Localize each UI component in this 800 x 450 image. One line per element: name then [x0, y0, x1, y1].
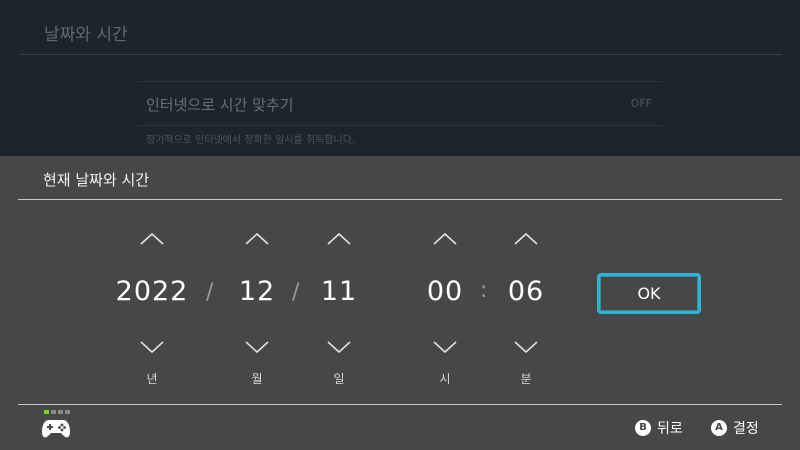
screen: 날짜와 시간 인터넷으로 시간 맞추기 OFF 정기적으로 인터넷에서 정확한 …	[0, 0, 800, 450]
day-down-arrow-icon[interactable]	[324, 339, 354, 355]
divider	[18, 199, 782, 200]
back-hint[interactable]: B 뒤로	[635, 419, 683, 437]
day-up-arrow-icon[interactable]	[324, 231, 354, 247]
ok-button[interactable]: OK	[597, 273, 701, 314]
minute-down-arrow-icon[interactable]	[511, 339, 541, 355]
divider	[20, 54, 782, 55]
player-dot	[58, 410, 63, 414]
month-value[interactable]: 12	[232, 276, 282, 307]
year-up-arrow-icon[interactable]	[137, 231, 167, 247]
divider	[138, 125, 662, 126]
controller-indicator	[41, 410, 71, 442]
player-dot	[51, 410, 56, 414]
month-up-arrow-icon[interactable]	[242, 231, 272, 247]
b-button-icon: B	[635, 420, 651, 436]
player-dot-active	[44, 410, 49, 414]
player-dot	[65, 410, 70, 414]
minute-value[interactable]: 06	[501, 276, 551, 307]
year-unit-label: 년	[146, 372, 158, 386]
divider	[18, 404, 782, 405]
divider	[138, 81, 662, 82]
confirm-label: 결정	[733, 421, 759, 437]
month-down-arrow-icon[interactable]	[242, 339, 272, 355]
internet-time-sync-description: 정기적으로 인터넷에서 정확한 일시를 취득합니다.	[146, 135, 356, 146]
minute-up-arrow-icon[interactable]	[511, 231, 541, 247]
player-indicator	[44, 410, 70, 414]
time-separator: :	[480, 278, 488, 303]
page-title: 날짜와 시간	[44, 25, 128, 45]
minute-unit-label: 분	[520, 372, 532, 386]
hour-value[interactable]: 00	[420, 276, 470, 307]
year-down-arrow-icon[interactable]	[137, 339, 167, 355]
gamepad-icon	[42, 420, 70, 438]
background-settings-page: 날짜와 시간 인터넷으로 시간 맞추기 OFF 정기적으로 인터넷에서 정확한 …	[0, 0, 800, 156]
date-time-dialog: 현재 날짜와 시간 2022 년 / 12 월 / 11 일 00 시: 06…	[0, 156, 800, 450]
year-value[interactable]: 2022	[112, 276, 192, 307]
hour-up-arrow-icon[interactable]	[430, 231, 460, 247]
a-button-icon: A	[711, 420, 727, 436]
day-unit-label: 일	[333, 372, 345, 386]
internet-time-sync-label: 인터넷으로 시간 맞추기	[146, 96, 294, 114]
month-unit-label: 월	[251, 372, 263, 386]
date-separator: /	[292, 280, 300, 305]
date-separator: /	[206, 280, 214, 305]
dialog-title: 현재 날짜와 시간	[43, 171, 150, 189]
hour-unit-label: 시	[439, 372, 451, 386]
internet-time-sync-value: OFF	[630, 97, 652, 110]
hour-down-arrow-icon[interactable]	[430, 339, 460, 355]
day-value[interactable]: 11	[314, 276, 364, 307]
confirm-hint[interactable]: A 결정	[711, 419, 759, 437]
back-label: 뒤로	[657, 421, 683, 437]
